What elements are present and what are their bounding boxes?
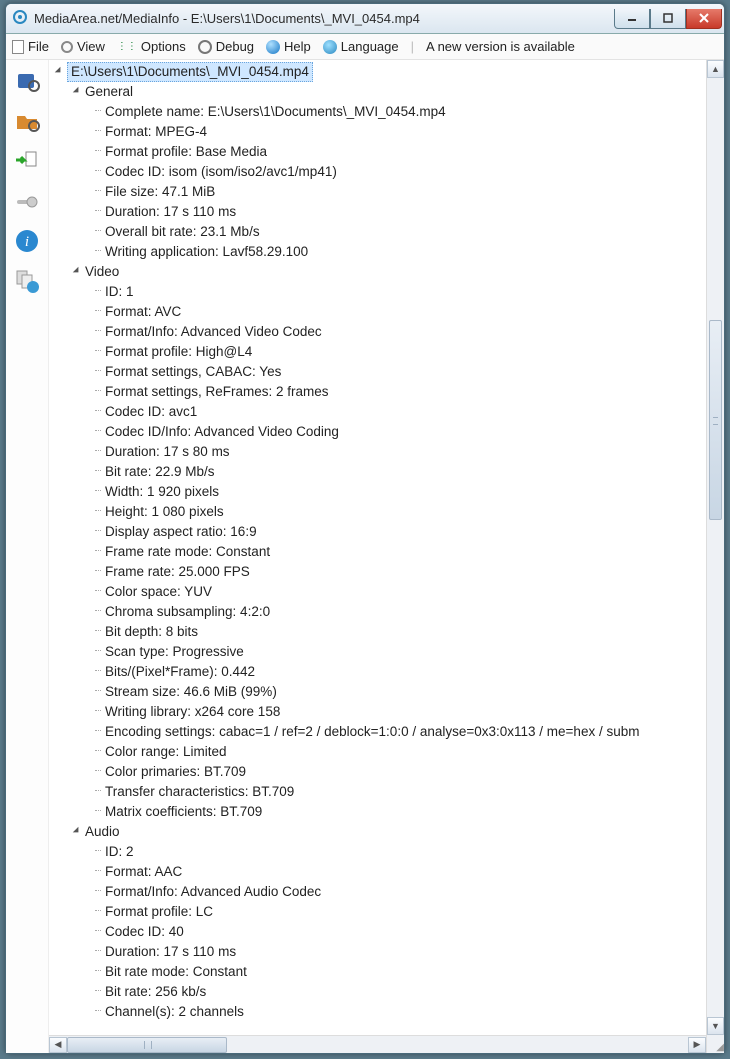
tree-item[interactable]: Writing library: x264 core 158 xyxy=(53,702,706,722)
tree-item[interactable]: Stream size: 46.6 MiB (99%) xyxy=(53,682,706,702)
tree-item[interactable]: Bits/(Pixel*Frame): 0.442 xyxy=(53,662,706,682)
tree-item[interactable]: Frame rate mode: Constant xyxy=(53,542,706,562)
hscroll-thumb[interactable] xyxy=(67,1037,227,1053)
vertical-scrollbar[interactable]: ▲ ▼ xyxy=(706,60,724,1035)
main-window: MediaArea.net/MediaInfo - E:\Users\1\Doc… xyxy=(5,3,725,1054)
tree-item[interactable]: Codec ID: 40 xyxy=(53,922,706,942)
tree-item[interactable]: Format settings, CABAC: Yes xyxy=(53,362,706,382)
tree-item[interactable]: File size: 47.1 MiB xyxy=(53,182,706,202)
info-icon xyxy=(266,40,280,54)
tree-item[interactable]: Format/Info: Advanced Video Codec xyxy=(53,322,706,342)
tree-item[interactable]: Duration: 17 s 110 ms xyxy=(53,202,706,222)
version-available-link[interactable]: A new version is available xyxy=(426,39,575,54)
tree-root-file[interactable]: E:\Users\1\Documents\_MVI_0454.mp4 xyxy=(53,62,706,82)
tree-item[interactable]: Scan type: Progressive xyxy=(53,642,706,662)
tree-section-video[interactable]: Video xyxy=(53,262,706,282)
app-icon xyxy=(12,9,28,28)
tree-item[interactable]: Color primaries: BT.709 xyxy=(53,762,706,782)
tree-item[interactable]: Codec ID: avc1 xyxy=(53,402,706,422)
maximize-button[interactable] xyxy=(650,9,686,29)
tree-item[interactable]: Transfer characteristics: BT.709 xyxy=(53,782,706,802)
menu-help[interactable]: Help xyxy=(266,39,311,54)
tree-item[interactable]: Format profile: High@L4 xyxy=(53,342,706,362)
tree-item[interactable]: Complete name: E:\Users\1\Documents\_MVI… xyxy=(53,102,706,122)
gear-icon xyxy=(198,40,212,54)
tree-item[interactable]: Format: AAC xyxy=(53,862,706,882)
tree-item[interactable]: Bit depth: 8 bits xyxy=(53,622,706,642)
scroll-down-button[interactable]: ▼ xyxy=(707,1017,724,1035)
menu-separator: | xyxy=(411,39,414,54)
menu-options-label: Options xyxy=(141,39,186,54)
minimize-button[interactable] xyxy=(614,9,650,29)
menu-view-label: View xyxy=(77,39,105,54)
titlebar[interactable]: MediaArea.net/MediaInfo - E:\Users\1\Doc… xyxy=(6,4,724,34)
tree-item[interactable]: Format profile: LC xyxy=(53,902,706,922)
menu-help-label: Help xyxy=(284,39,311,54)
menu-language-label: Language xyxy=(341,39,399,54)
menu-file[interactable]: File xyxy=(12,39,49,54)
globe-icon xyxy=(323,40,337,54)
tree-item[interactable]: ID: 1 xyxy=(53,282,706,302)
tree-section-audio[interactable]: Audio xyxy=(53,822,706,842)
sidebar-open-folder[interactable] xyxy=(12,106,42,136)
tree-section-general[interactable]: General xyxy=(53,82,706,102)
tree-item[interactable]: Duration: 17 s 80 ms xyxy=(53,442,706,462)
tree-item[interactable]: Writing application: Lavf58.29.100 xyxy=(53,242,706,262)
sidebar-open-file[interactable] xyxy=(12,66,42,96)
menu-view[interactable]: View xyxy=(61,39,105,54)
page-icon xyxy=(12,40,24,54)
menu-file-label: File xyxy=(28,39,49,54)
tree-item[interactable]: Format settings, ReFrames: 2 frames xyxy=(53,382,706,402)
tree-item[interactable]: Duration: 17 s 110 ms xyxy=(53,942,706,962)
menu-debug-label: Debug xyxy=(216,39,254,54)
tree-item[interactable]: Color space: YUV xyxy=(53,582,706,602)
tree-item[interactable]: Frame rate: 25.000 FPS xyxy=(53,562,706,582)
menubar: File View ⋮⋮Options Debug Help Language … xyxy=(6,34,724,60)
tree-item[interactable]: Format profile: Base Media xyxy=(53,142,706,162)
vscroll-thumb[interactable] xyxy=(709,320,722,520)
sidebar: i xyxy=(6,60,48,1053)
tree-item[interactable]: Bit rate: 22.9 Mb/s xyxy=(53,462,706,482)
tree-item[interactable]: Encoding settings: cabac=1 / ref=2 / deb… xyxy=(53,722,706,742)
window-title: MediaArea.net/MediaInfo - E:\Users\1\Doc… xyxy=(28,11,614,26)
tree-item[interactable]: Format: MPEG-4 xyxy=(53,122,706,142)
tree-item[interactable]: Color range: Limited xyxy=(53,742,706,762)
tree-item[interactable]: Bit rate: 256 kb/s xyxy=(53,982,706,1002)
magnifier-icon xyxy=(61,41,73,53)
tree-item[interactable]: Width: 1 920 pixels xyxy=(53,482,706,502)
tree-item[interactable]: Matrix coefficients: BT.709 xyxy=(53,802,706,822)
sidebar-export[interactable] xyxy=(12,146,42,176)
menu-language[interactable]: Language xyxy=(323,39,399,54)
tree-item[interactable]: Bit rate mode: Constant xyxy=(53,962,706,982)
window-buttons xyxy=(614,9,722,29)
svg-text:i: i xyxy=(25,234,29,250)
tree-item[interactable]: Channel(s): 2 channels xyxy=(53,1002,706,1022)
body: i E:\Users\1\Documents\_MVI_0454.mp4Gene… xyxy=(6,60,724,1053)
scroll-up-button[interactable]: ▲ xyxy=(707,60,724,78)
sidebar-options[interactable] xyxy=(12,186,42,216)
tree-item[interactable]: Chroma subsampling: 4:2:0 xyxy=(53,602,706,622)
tree-item[interactable]: ID: 2 xyxy=(53,842,706,862)
tree-view[interactable]: E:\Users\1\Documents\_MVI_0454.mp4Genera… xyxy=(49,60,724,1035)
horizontal-scrollbar[interactable]: ◀ ▶ xyxy=(49,1035,706,1053)
tree-item[interactable]: Codec ID: isom (isom/iso2/avc1/mp41) xyxy=(53,162,706,182)
main-area: E:\Users\1\Documents\_MVI_0454.mp4Genera… xyxy=(48,60,724,1053)
resize-grip[interactable]: ◢ xyxy=(706,1035,724,1053)
menu-options[interactable]: ⋮⋮ Options xyxy=(117,39,186,54)
menu-debug[interactable]: Debug xyxy=(198,39,254,54)
close-button[interactable] xyxy=(686,9,722,29)
sidebar-about[interactable]: i xyxy=(12,226,42,256)
tree-item[interactable]: Codec ID/Info: Advanced Video Coding xyxy=(53,422,706,442)
tree-item[interactable]: Overall bit rate: 23.1 Mb/s xyxy=(53,222,706,242)
tree-item[interactable]: Display aspect ratio: 16:9 xyxy=(53,522,706,542)
scroll-right-button[interactable]: ▶ xyxy=(688,1037,706,1053)
dots-icon: ⋮⋮ xyxy=(117,43,137,51)
tree-item[interactable]: Format/Info: Advanced Audio Codec xyxy=(53,882,706,902)
sidebar-web[interactable] xyxy=(12,266,42,296)
tree-item[interactable]: Height: 1 080 pixels xyxy=(53,502,706,522)
tree-item[interactable]: Format: AVC xyxy=(53,302,706,322)
hscroll-track[interactable] xyxy=(67,1037,688,1053)
scroll-left-button[interactable]: ◀ xyxy=(49,1037,67,1053)
